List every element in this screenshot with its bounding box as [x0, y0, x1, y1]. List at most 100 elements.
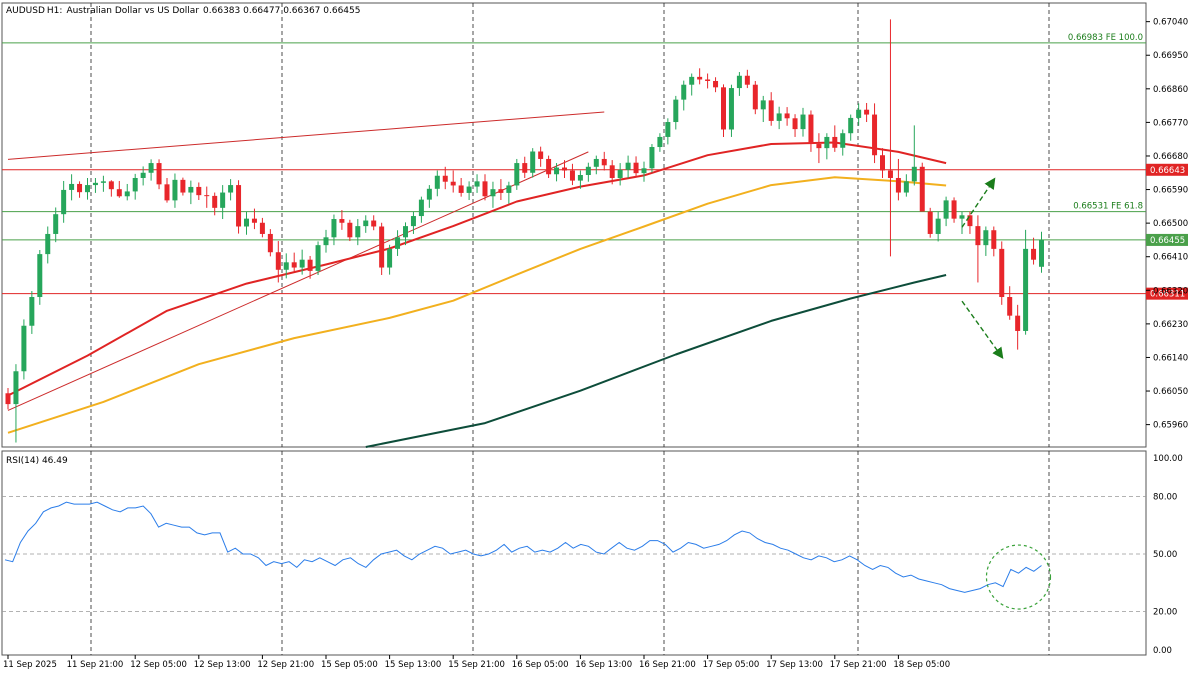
candle	[204, 186, 210, 208]
candle	[601, 151, 607, 171]
candle-body	[713, 80, 719, 88]
time-label: 12 Sep 21:00	[257, 660, 314, 670]
candle-body	[204, 195, 210, 197]
candle	[919, 162, 925, 212]
candle-body	[927, 211, 933, 234]
candle	[148, 159, 154, 181]
candle	[474, 174, 480, 193]
candle-body	[148, 163, 154, 173]
time-label: 12 Sep 13:00	[194, 660, 251, 670]
candle	[244, 211, 249, 235]
candle	[967, 211, 973, 234]
candle-body	[1039, 239, 1044, 267]
price-tick-label: 0.66950	[1153, 51, 1188, 61]
candle	[514, 158, 520, 190]
candle-body	[919, 166, 925, 212]
moving-average-1	[7, 176, 947, 434]
candle-body	[562, 167, 567, 171]
candle	[355, 219, 361, 246]
candle	[331, 214, 337, 246]
candle	[466, 181, 472, 201]
candle-body	[657, 136, 663, 148]
price-tick-label: 0.67040	[1153, 18, 1188, 28]
candle-body	[267, 233, 273, 253]
time-label: 16 Sep 05:00	[512, 660, 569, 670]
candle-body	[641, 168, 647, 174]
candle-body	[959, 215, 965, 219]
time-label: 15 Sep 05:00	[321, 660, 378, 670]
rsi-highlight-circle	[985, 544, 1052, 610]
candle-body	[522, 163, 528, 173]
candle-body	[29, 297, 35, 326]
candle	[856, 103, 862, 126]
candle-body	[283, 262, 289, 270]
candle	[657, 133, 663, 152]
candle-body	[315, 245, 321, 271]
candle	[697, 68, 703, 85]
candle	[768, 92, 774, 126]
candle-body	[1031, 248, 1037, 260]
candle-body	[13, 371, 19, 405]
chart-canvas: AUDUSD H1: Australian Dollar vs US Dollar 0…	[1, 2, 1188, 670]
price-tick-label: 0.66770	[1153, 118, 1188, 128]
candle-body	[577, 175, 583, 181]
candle	[760, 95, 766, 123]
candle	[37, 249, 43, 305]
candle	[776, 106, 782, 130]
time-label: 11 Sep 2025	[3, 660, 57, 670]
candle	[522, 156, 528, 178]
candle	[887, 19, 893, 257]
price-tick-label: 0.66320	[1153, 286, 1188, 296]
candle	[315, 241, 321, 275]
candle-body	[339, 219, 345, 223]
candle-body	[673, 99, 679, 123]
candle-body	[887, 170, 893, 178]
candle	[689, 73, 695, 96]
candle	[832, 125, 838, 152]
rsi-tick-label: 100.00	[1153, 454, 1183, 464]
candle-body	[506, 185, 512, 193]
candle	[188, 180, 194, 205]
candle	[903, 174, 909, 197]
candle-body	[554, 167, 560, 175]
candle	[736, 72, 742, 96]
candle-body	[387, 248, 393, 268]
candle	[665, 118, 671, 145]
candle-body	[132, 177, 138, 192]
price-tick-label: 0.66860	[1153, 85, 1188, 95]
candle	[108, 180, 114, 197]
candle-body	[37, 254, 43, 298]
candle-body	[609, 165, 615, 178]
candle	[872, 103, 878, 164]
candle	[546, 155, 552, 178]
candle-body	[760, 100, 766, 110]
description-label: Australian Dollar vs US Dollar	[66, 6, 199, 16]
candle-body	[585, 166, 591, 176]
candle-body	[347, 222, 353, 238]
candle-body	[903, 181, 909, 193]
rsi-header: RSI(14) 46.49	[6, 456, 68, 466]
candle	[498, 179, 504, 201]
candle	[728, 84, 734, 137]
candle-body	[1015, 315, 1021, 331]
candle-body	[784, 113, 790, 119]
rsi-panel-frame	[1, 450, 1147, 656]
candle	[61, 180, 67, 223]
candle	[506, 181, 512, 204]
rsi-tick-label: 20.00	[1153, 608, 1177, 618]
candle	[864, 102, 870, 123]
candle	[267, 229, 273, 257]
candle-body	[259, 222, 265, 234]
price-tick-label: 0.66410	[1153, 253, 1188, 263]
candle-body	[514, 163, 520, 186]
candle	[53, 207, 59, 243]
price-tick-label: 0.66500	[1153, 219, 1188, 229]
candle	[45, 226, 51, 264]
candle	[228, 179, 234, 201]
candle	[5, 388, 11, 410]
rsi-tick-label: 50.00	[1153, 550, 1177, 560]
candle-body	[299, 259, 305, 268]
candle-body	[736, 75, 742, 89]
candle-body	[816, 144, 822, 149]
candle-body	[935, 218, 941, 234]
